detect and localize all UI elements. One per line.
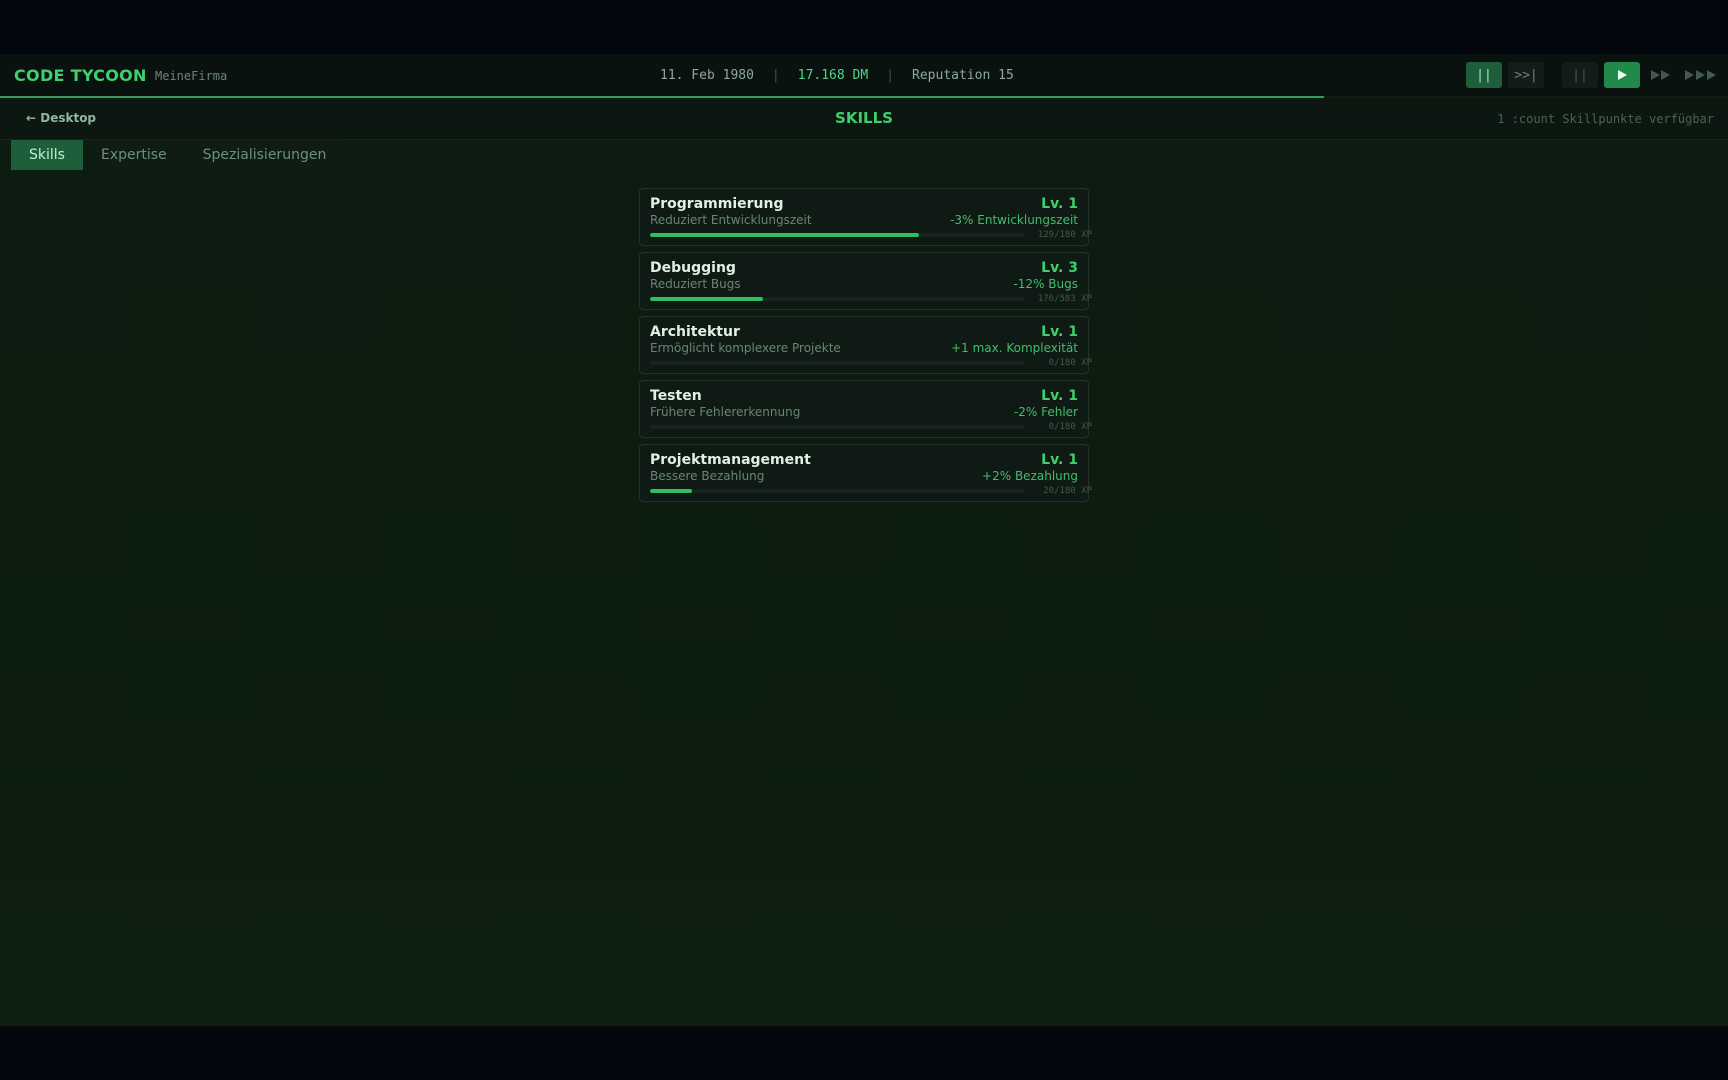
fastest-forward-icon bbox=[1685, 70, 1716, 80]
debug-pause-button[interactable]: || bbox=[1466, 62, 1502, 88]
game-date: 11. Feb 1980 bbox=[660, 68, 754, 83]
skill-card-programmierung[interactable]: Programmierung Reduziert Entwicklungszei… bbox=[639, 188, 1092, 246]
top-bar: CODE TYCOON MeineFirma 11. Feb 1980 | 17… bbox=[0, 54, 1728, 98]
skill-effect: +2% Bezahlung bbox=[982, 469, 1078, 483]
skill-xp-bar bbox=[650, 297, 1025, 301]
skill-name: Projektmanagement bbox=[650, 452, 811, 468]
skill-xp-bar bbox=[650, 361, 1025, 365]
tab-bar: Skills Expertise Spezialisierungen bbox=[11, 140, 345, 170]
skill-level: Lv. 1 bbox=[1041, 452, 1078, 468]
pause-button[interactable]: || bbox=[1562, 62, 1598, 88]
skill-xp-fill bbox=[650, 489, 692, 493]
skill-description: Ermöglicht komplexere Projekte bbox=[650, 341, 841, 355]
skill-xp-text: 176/583 XP bbox=[1037, 294, 1092, 304]
speed-controls: || >>| || bbox=[1466, 62, 1720, 88]
skill-card-architektur[interactable]: Architektur Ermöglicht komplexere Projek… bbox=[639, 316, 1092, 374]
page-title: SKILLS bbox=[835, 109, 893, 127]
skill-xp-text: 129/180 XP bbox=[1037, 230, 1092, 240]
brand-title: CODE TYCOON bbox=[14, 66, 147, 85]
skill-name: Programmierung bbox=[650, 196, 784, 212]
separator: | bbox=[886, 68, 895, 83]
skill-level: Lv. 1 bbox=[1041, 388, 1078, 404]
main-area: Skills Expertise Spezialisierungen Progr… bbox=[0, 140, 1728, 1026]
skill-effect: -12% Bugs bbox=[1013, 277, 1078, 291]
skill-xp-text: 20/180 XP bbox=[1043, 486, 1092, 496]
skill-xp-text: 0/180 XP bbox=[1048, 358, 1092, 368]
sub-header: ← Desktop SKILLS 1 :count Skillpunkte ve… bbox=[0, 98, 1728, 140]
step-button[interactable]: >>| bbox=[1508, 62, 1544, 88]
tab-spezialisierungen[interactable]: Spezialisierungen bbox=[185, 140, 345, 170]
letterbox-bottom bbox=[0, 1026, 1728, 1080]
skill-effect: -3% Entwicklungszeit bbox=[950, 213, 1078, 227]
company-name: MeineFirma bbox=[155, 69, 228, 83]
skill-description: Reduziert Entwicklungszeit bbox=[650, 213, 812, 227]
skill-description: Frühere Fehlererkennung bbox=[650, 405, 801, 419]
skill-level: Lv. 1 bbox=[1041, 196, 1078, 212]
skillpoints-available: 1 :count Skillpunkte verfügbar bbox=[1497, 112, 1714, 126]
skill-card-projektmanagement[interactable]: Projektmanagement Bessere Bezahlung Lv. … bbox=[639, 444, 1092, 502]
skill-level: Lv. 3 bbox=[1041, 260, 1078, 276]
skill-description: Reduziert Bugs bbox=[650, 277, 741, 291]
reputation-display: Reputation 15 bbox=[912, 68, 1014, 83]
skill-card-debugging[interactable]: Debugging Reduziert Bugs Lv. 3 -12% Bugs… bbox=[639, 252, 1092, 310]
skill-description: Bessere Bezahlung bbox=[650, 469, 765, 483]
fastest-forward-button[interactable] bbox=[1682, 62, 1720, 88]
skill-xp-fill bbox=[650, 233, 919, 237]
skill-xp-fill bbox=[650, 297, 764, 301]
skill-list: Programmierung Reduziert Entwicklungszei… bbox=[639, 188, 1092, 508]
play-button[interactable] bbox=[1604, 62, 1640, 88]
tab-skills[interactable]: Skills bbox=[11, 140, 83, 170]
status-stats: 11. Feb 1980 | 17.168 DM | Reputation 15 bbox=[660, 68, 1014, 83]
separator: | bbox=[771, 68, 780, 83]
fast-forward-button[interactable] bbox=[1646, 62, 1676, 88]
skill-name: Architektur bbox=[650, 324, 740, 340]
skill-name: Testen bbox=[650, 388, 702, 404]
skill-xp-bar bbox=[650, 425, 1025, 429]
skill-effect: +1 max. Komplexität bbox=[951, 341, 1078, 355]
skill-xp-text: 0/180 XP bbox=[1048, 422, 1092, 432]
skill-xp-bar bbox=[650, 489, 1025, 493]
skill-card-testen[interactable]: Testen Frühere Fehlererkennung Lv. 1 -2%… bbox=[639, 380, 1092, 438]
play-icon bbox=[1618, 70, 1627, 80]
letterbox-top bbox=[0, 0, 1728, 54]
tab-expertise[interactable]: Expertise bbox=[83, 140, 185, 170]
skill-effect: -2% Fehler bbox=[1013, 405, 1078, 419]
skill-xp-bar bbox=[650, 233, 1025, 237]
skill-name: Debugging bbox=[650, 260, 736, 276]
skill-level: Lv. 1 bbox=[1041, 324, 1078, 340]
fast-forward-icon bbox=[1651, 70, 1670, 80]
money-display: 17.168 DM bbox=[797, 68, 869, 83]
